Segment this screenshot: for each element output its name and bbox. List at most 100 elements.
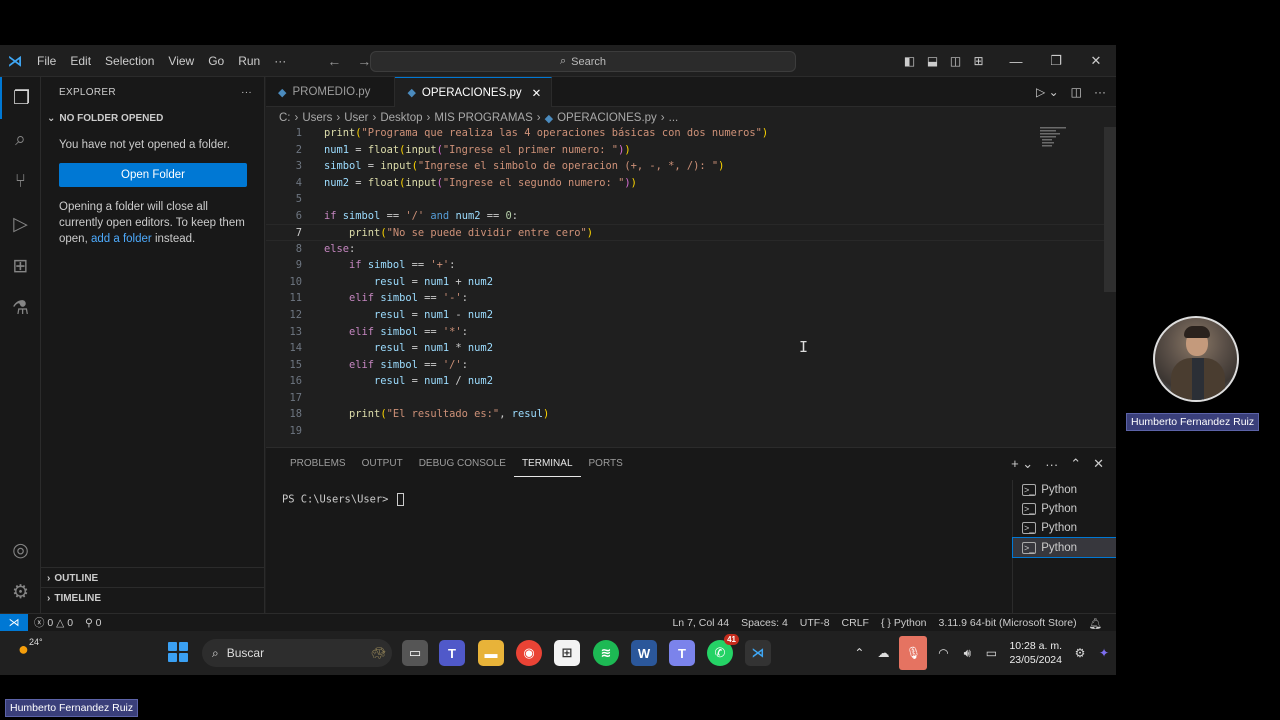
indentation[interactable]: Spaces: 4 [735, 617, 794, 629]
editor-more-icon[interactable]: ··· [1094, 85, 1106, 99]
new-terminal-icon[interactable]: + ⌄ [1011, 456, 1033, 472]
code-line[interactable]: 12 resul = num1 - num2 [266, 307, 1104, 324]
toggle-sidebar-icon[interactable]: ◧ [898, 45, 921, 77]
terminal-item[interactable]: >_ Python [1013, 499, 1116, 518]
task-view-icon[interactable]: ▭ [402, 640, 428, 666]
minimize-icon[interactable]: — [996, 45, 1036, 77]
chrome-icon[interactable]: ◉ [516, 640, 542, 666]
ports-status[interactable]: ⚲ 0 [79, 617, 107, 629]
terminal-output[interactable]: PS C:\Users\User> [282, 493, 404, 506]
wifi-icon[interactable]: ◠ [931, 646, 955, 660]
code-line[interactable]: 13 elif simbol == '*': [266, 324, 1104, 341]
code-line[interactable]: 6 if simbol == '/' and num2 == 0: [266, 208, 1104, 225]
battery-icon[interactable]: ▭ [979, 646, 1003, 660]
code-line[interactable]: 17 [266, 390, 1104, 407]
python-interpreter[interactable]: 3.11.9 64-bit (Microsoft Store) [933, 617, 1083, 629]
run-debug-icon[interactable]: ▷ [0, 203, 41, 245]
breadcrumb-item[interactable]: C: [279, 112, 291, 124]
tray-overflow-icon[interactable]: ⌃ [847, 646, 871, 660]
code-line[interactable]: 18 print("El resultado es:", resul) [266, 406, 1104, 423]
code-line[interactable]: 2 num1 = float(input("Ingrese el primer n… [266, 142, 1104, 159]
code-line[interactable]: 15 elif simbol == '/': [266, 357, 1104, 374]
notifications-gear-icon[interactable]: ⚙ [1068, 646, 1092, 660]
code-editor[interactable]: 1 print("Programa que realiza las 4 opera… [266, 125, 1104, 445]
language-mode[interactable]: { } Python [875, 617, 933, 629]
word-icon[interactable]: W [631, 640, 657, 666]
code-line[interactable]: 14 resul = num1 * num2 [266, 340, 1104, 357]
code-line[interactable]: 8 else: [266, 241, 1104, 258]
more-actions-icon[interactable]: ··· [241, 87, 252, 98]
accounts-icon[interactable]: ◎ [0, 529, 41, 571]
problems-status[interactable]: ⓧ 0 △ 0 [28, 615, 79, 630]
customize-layout-icon[interactable]: ⊞ [967, 45, 990, 77]
menu-view[interactable]: View [161, 45, 201, 77]
breadcrumb-item[interactable]: OPERACIONES.py [557, 112, 657, 124]
teams-work-icon[interactable]: T [669, 640, 695, 666]
spotify-icon[interactable]: ≋ [593, 640, 619, 666]
tab-operaciones[interactable]: ◆ OPERACIONES.py ✕ [395, 77, 553, 107]
panel-more-icon[interactable]: ··· [1045, 457, 1058, 472]
settings-gear-icon[interactable]: ⚙ [0, 571, 41, 613]
breadcrumb-item[interactable]: Users [302, 112, 332, 124]
file-explorer-icon[interactable]: ▬ [478, 640, 504, 666]
code-line[interactable]: 7 print("No se puede dividir entre cero"… [266, 224, 1104, 241]
start-windows-icon[interactable] [168, 642, 188, 662]
close-tab-icon[interactable]: ✕ [532, 86, 542, 100]
clock[interactable]: 10:28 a. m. 23/05/2024 [1003, 639, 1068, 667]
menu-edit[interactable]: Edit [63, 45, 98, 77]
copilot-icon[interactable]: ✦ [1092, 646, 1116, 660]
run-file-icon[interactable]: ▷ ⌄ [1036, 85, 1059, 99]
breadcrumb-item[interactable]: MIS PROGRAMAS [434, 112, 532, 124]
weather-icon[interactable]: ● [18, 639, 29, 660]
code-line[interactable]: 9 if simbol == '+': [266, 257, 1104, 274]
volume-icon[interactable]: 🔊︎ [955, 646, 979, 661]
microphone-icon[interactable]: 🎙︎ [899, 636, 928, 670]
tab-debug-console[interactable]: DEBUG CONSOLE [411, 448, 514, 480]
code-line[interactable]: 10 resul = num1 + num2 [266, 274, 1104, 291]
explorer-icon[interactable]: ❐ [0, 77, 41, 119]
nav-back-icon[interactable]: ← [319, 53, 349, 69]
source-control-icon[interactable]: ⑂ [0, 161, 41, 203]
search-view-icon[interactable]: ⌕ [0, 119, 41, 161]
code-line[interactable]: 4 num2 = float(input("Ingrese el segundo … [266, 175, 1104, 192]
terminal-item-selected[interactable]: >_ Python [1012, 536, 1116, 559]
maximize-panel-icon[interactable]: ⌃ [1070, 456, 1081, 472]
tab-ports[interactable]: PORTS [581, 448, 631, 480]
command-search[interactable]: ⌕ Search [370, 51, 796, 72]
close-panel-icon[interactable]: ✕ [1093, 456, 1104, 472]
menu-more[interactable]: ··· [267, 45, 293, 77]
extensions-icon[interactable]: ⊞ [0, 245, 41, 287]
breadcrumb-item[interactable]: ... [669, 112, 679, 124]
close-window-icon[interactable]: ✕ [1076, 45, 1116, 77]
terminal-item[interactable]: >_ Python [1013, 480, 1116, 499]
teams-icon[interactable]: T [439, 640, 465, 666]
toggle-panel-icon[interactable]: ⬓ [921, 45, 944, 77]
taskbar-search[interactable]: ⌕ Buscar 🐢︎ [202, 639, 392, 667]
terminal-item[interactable]: >_ Python [1013, 519, 1116, 538]
cursor-position[interactable]: Ln 7, Col 44 [666, 617, 735, 629]
breadcrumb-item[interactable]: User [344, 112, 368, 124]
tab-output[interactable]: OUTPUT [354, 448, 411, 480]
toggle-secondary-sidebar-icon[interactable]: ◫ [944, 45, 967, 77]
remote-icon[interactable]: ⋊ [0, 613, 28, 632]
editor-scrollbar[interactable] [1104, 127, 1116, 292]
code-line[interactable]: 16 resul = num1 / num2 [266, 373, 1104, 390]
no-folder-section[interactable]: ⌄ NO FOLDER OPENED [41, 107, 264, 129]
code-line[interactable]: 1 print("Programa que realiza las 4 opera… [266, 125, 1104, 142]
testing-icon[interactable]: ⚗ [0, 287, 41, 329]
breadcrumb-item[interactable]: Desktop [380, 112, 422, 124]
split-editor-icon[interactable]: ◫ [1071, 85, 1082, 99]
whatsapp-icon[interactable]: ✆ 41 [707, 634, 739, 666]
menu-selection[interactable]: Selection [98, 45, 161, 77]
vscode-taskbar-icon[interactable]: ⋊ [745, 640, 771, 666]
tab-problems[interactable]: PROBLEMS [282, 448, 354, 480]
code-line[interactable]: 5 [266, 191, 1104, 208]
menu-go[interactable]: Go [201, 45, 231, 77]
code-line[interactable]: 19 [266, 423, 1104, 440]
code-line[interactable]: 11 elif simbol == '-': [266, 290, 1104, 307]
notifications-bell-icon[interactable]: 🔔︎ [1083, 617, 1108, 630]
end-of-line[interactable]: CRLF [836, 617, 875, 629]
code-line[interactable]: 3 simbol = input("Ingrese el simbolo de o… [266, 158, 1104, 175]
menu-file[interactable]: File [30, 45, 63, 77]
minimap[interactable] [1040, 127, 1080, 149]
